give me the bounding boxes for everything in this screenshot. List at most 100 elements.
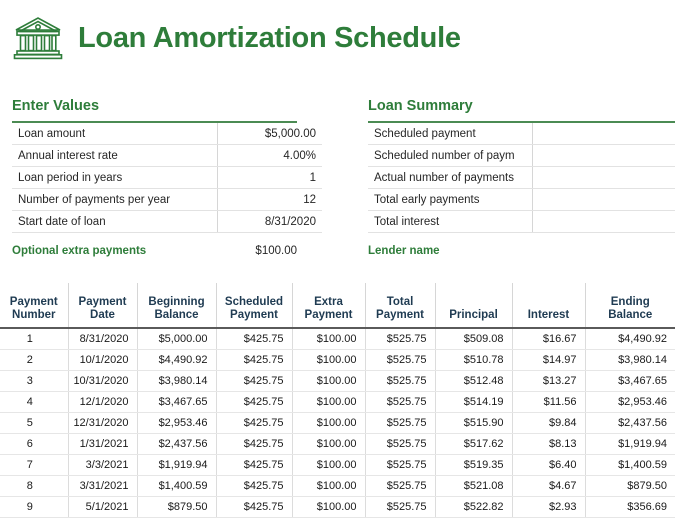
header-line-2: Date bbox=[90, 309, 115, 321]
loan-summary-heading: Loan Summary bbox=[368, 98, 473, 114]
column-header-interest: Interest bbox=[512, 283, 586, 329]
cell-scheduled-payment: $425.75 bbox=[216, 391, 293, 413]
cell-scheduled-payment: $425.75 bbox=[216, 475, 293, 497]
payments-per-year-label: Number of payments per year bbox=[12, 188, 218, 211]
loan-period-label: Loan period in years bbox=[12, 166, 218, 189]
page-title: Loan Amortization Schedule bbox=[78, 21, 461, 54]
cell-ending-balance: $3,467.65 bbox=[585, 370, 675, 392]
cell-payment-number: 1 bbox=[0, 328, 69, 350]
header-line-2: Payment bbox=[376, 309, 424, 321]
cell-payment-date: 12/31/2020 bbox=[68, 412, 138, 434]
cell-interest: $4.67 bbox=[512, 475, 586, 497]
table-row: 1 8/31/2020 $5,000.00 $425.75 $100.00 $525.75… bbox=[0, 328, 675, 350]
header-line-1: Ending bbox=[610, 296, 650, 308]
cell-extra-payment: $100.00 bbox=[292, 349, 366, 371]
cell-total-payment: $525.75 bbox=[365, 370, 436, 392]
cell-extra-payment: $100.00 bbox=[292, 370, 366, 392]
annual-interest-rate-value[interactable]: 4.00% bbox=[217, 144, 322, 167]
cell-interest: $13.27 bbox=[512, 370, 586, 392]
cell-total-payment: $525.75 bbox=[365, 412, 436, 434]
column-header-total-payment: Total Payment bbox=[365, 283, 436, 329]
total-interest-label: Total interest bbox=[368, 210, 533, 233]
loan-summary-table: Scheduled payment Scheduled number of pa… bbox=[368, 123, 675, 233]
loan-summary-section: Loan Summary Scheduled payment Scheduled… bbox=[368, 98, 675, 257]
column-header-payment-date: Payment Date bbox=[68, 283, 138, 329]
amortization-table: Payment Number Payment Date Beginning Ba… bbox=[0, 283, 675, 518]
scheduled-number-of-payments-value[interactable] bbox=[532, 144, 675, 167]
annual-interest-rate-label: Annual interest rate bbox=[12, 144, 218, 167]
cell-interest: $9.84 bbox=[512, 412, 586, 434]
table-row: 9 5/1/2021 $879.50 $425.75 $100.00 $525.75 $52… bbox=[0, 496, 675, 518]
optional-extra-payments-value[interactable]: $100.00 bbox=[255, 245, 297, 257]
total-early-payments-value[interactable] bbox=[532, 188, 675, 211]
table-row: 2 10/1/2020 $4,490.92 $425.75 $100.00 $525.75… bbox=[0, 349, 675, 371]
cell-ending-balance: $879.50 bbox=[585, 475, 675, 497]
cell-principal: $517.62 bbox=[435, 433, 513, 455]
start-date-value[interactable]: 8/31/2020 bbox=[217, 210, 322, 233]
cell-scheduled-payment: $425.75 bbox=[216, 370, 293, 392]
cell-principal: $514.19 bbox=[435, 391, 513, 413]
cell-extra-payment: $100.00 bbox=[292, 496, 366, 518]
cell-beginning-balance: $2,953.46 bbox=[137, 412, 217, 434]
page-header: Loan Amortization Schedule bbox=[0, 0, 675, 62]
cell-payment-date: 12/1/2020 bbox=[68, 391, 138, 413]
column-header-extra-payment: Extra Payment bbox=[292, 283, 366, 329]
header-line-1: Scheduled bbox=[224, 296, 284, 308]
cell-payment-date: 1/31/2021 bbox=[68, 433, 138, 455]
amortization-header-row: Payment Number Payment Date Beginning Ba… bbox=[0, 283, 675, 329]
cell-extra-payment: $100.00 bbox=[292, 328, 366, 350]
cell-payment-date: 3/3/2021 bbox=[68, 454, 138, 476]
cell-scheduled-payment: $425.75 bbox=[216, 496, 293, 518]
table-row: Total interest bbox=[368, 210, 675, 233]
cell-beginning-balance: $4,490.92 bbox=[137, 349, 217, 371]
cell-payment-number: 5 bbox=[0, 412, 69, 434]
bank-building-icon bbox=[12, 14, 64, 62]
table-row: Loan amount $5,000.00 bbox=[12, 123, 322, 145]
cell-payment-number: 3 bbox=[0, 370, 69, 392]
payments-per-year-value[interactable]: 12 bbox=[217, 188, 322, 211]
column-header-payment-number: Payment Number bbox=[0, 283, 69, 329]
cell-scheduled-payment: $425.75 bbox=[216, 328, 293, 350]
lender-name-label: Lender name bbox=[368, 245, 440, 257]
header-line-2: Payment bbox=[304, 309, 353, 321]
cell-principal: $522.82 bbox=[435, 496, 513, 518]
table-row: Annual interest rate 4.00% bbox=[12, 144, 322, 167]
cell-extra-payment: $100.00 bbox=[292, 475, 366, 497]
cell-scheduled-payment: $425.75 bbox=[216, 349, 293, 371]
cell-scheduled-payment: $425.75 bbox=[216, 454, 293, 476]
table-row: Scheduled payment bbox=[368, 123, 675, 145]
scheduled-payment-label: Scheduled payment bbox=[368, 123, 533, 145]
cell-principal: $509.08 bbox=[435, 328, 513, 350]
actual-number-of-payments-label: Actual number of payments bbox=[368, 166, 533, 189]
loan-amount-label: Loan amount bbox=[12, 123, 218, 145]
table-row: Scheduled number of paym bbox=[368, 144, 675, 167]
table-row: Number of payments per year 12 bbox=[12, 188, 322, 211]
header-line-1: Payment bbox=[78, 296, 127, 308]
column-header-principal: Principal bbox=[435, 283, 513, 329]
header-line-2: Balance bbox=[608, 309, 653, 321]
loan-amount-value[interactable]: $5,000.00 bbox=[217, 123, 322, 145]
cell-total-payment: $525.75 bbox=[365, 328, 436, 350]
column-header-scheduled-payment: Scheduled Payment bbox=[216, 283, 293, 329]
actual-number-of-payments-value[interactable] bbox=[532, 166, 675, 189]
cell-payment-number: 9 bbox=[0, 496, 69, 518]
scheduled-payment-value[interactable] bbox=[532, 123, 675, 145]
cell-interest: $16.67 bbox=[512, 328, 586, 350]
cell-scheduled-payment: $425.75 bbox=[216, 433, 293, 455]
cell-interest: $2.93 bbox=[512, 496, 586, 518]
cell-principal: $521.08 bbox=[435, 475, 513, 497]
cell-ending-balance: $3,980.14 bbox=[585, 349, 675, 371]
cell-beginning-balance: $879.50 bbox=[137, 496, 217, 518]
cell-extra-payment: $100.00 bbox=[292, 454, 366, 476]
total-interest-value[interactable] bbox=[532, 210, 675, 233]
cell-payment-date: 5/1/2021 bbox=[68, 496, 138, 518]
cell-payment-date: 8/31/2020 bbox=[68, 328, 138, 350]
header-line-1: Payment bbox=[9, 296, 58, 308]
header-line-1: Interest bbox=[527, 309, 570, 321]
cell-beginning-balance: $1,400.59 bbox=[137, 475, 217, 497]
header-line-2: Payment bbox=[230, 309, 278, 321]
loan-period-value[interactable]: 1 bbox=[217, 166, 322, 189]
table-row: 6 1/31/2021 $2,437.56 $425.75 $100.00 $525.75… bbox=[0, 433, 675, 455]
cell-interest: $11.56 bbox=[512, 391, 586, 413]
table-row: 3 10/31/2020 $3,980.14 $425.75 $100.00 $525.7… bbox=[0, 370, 675, 392]
